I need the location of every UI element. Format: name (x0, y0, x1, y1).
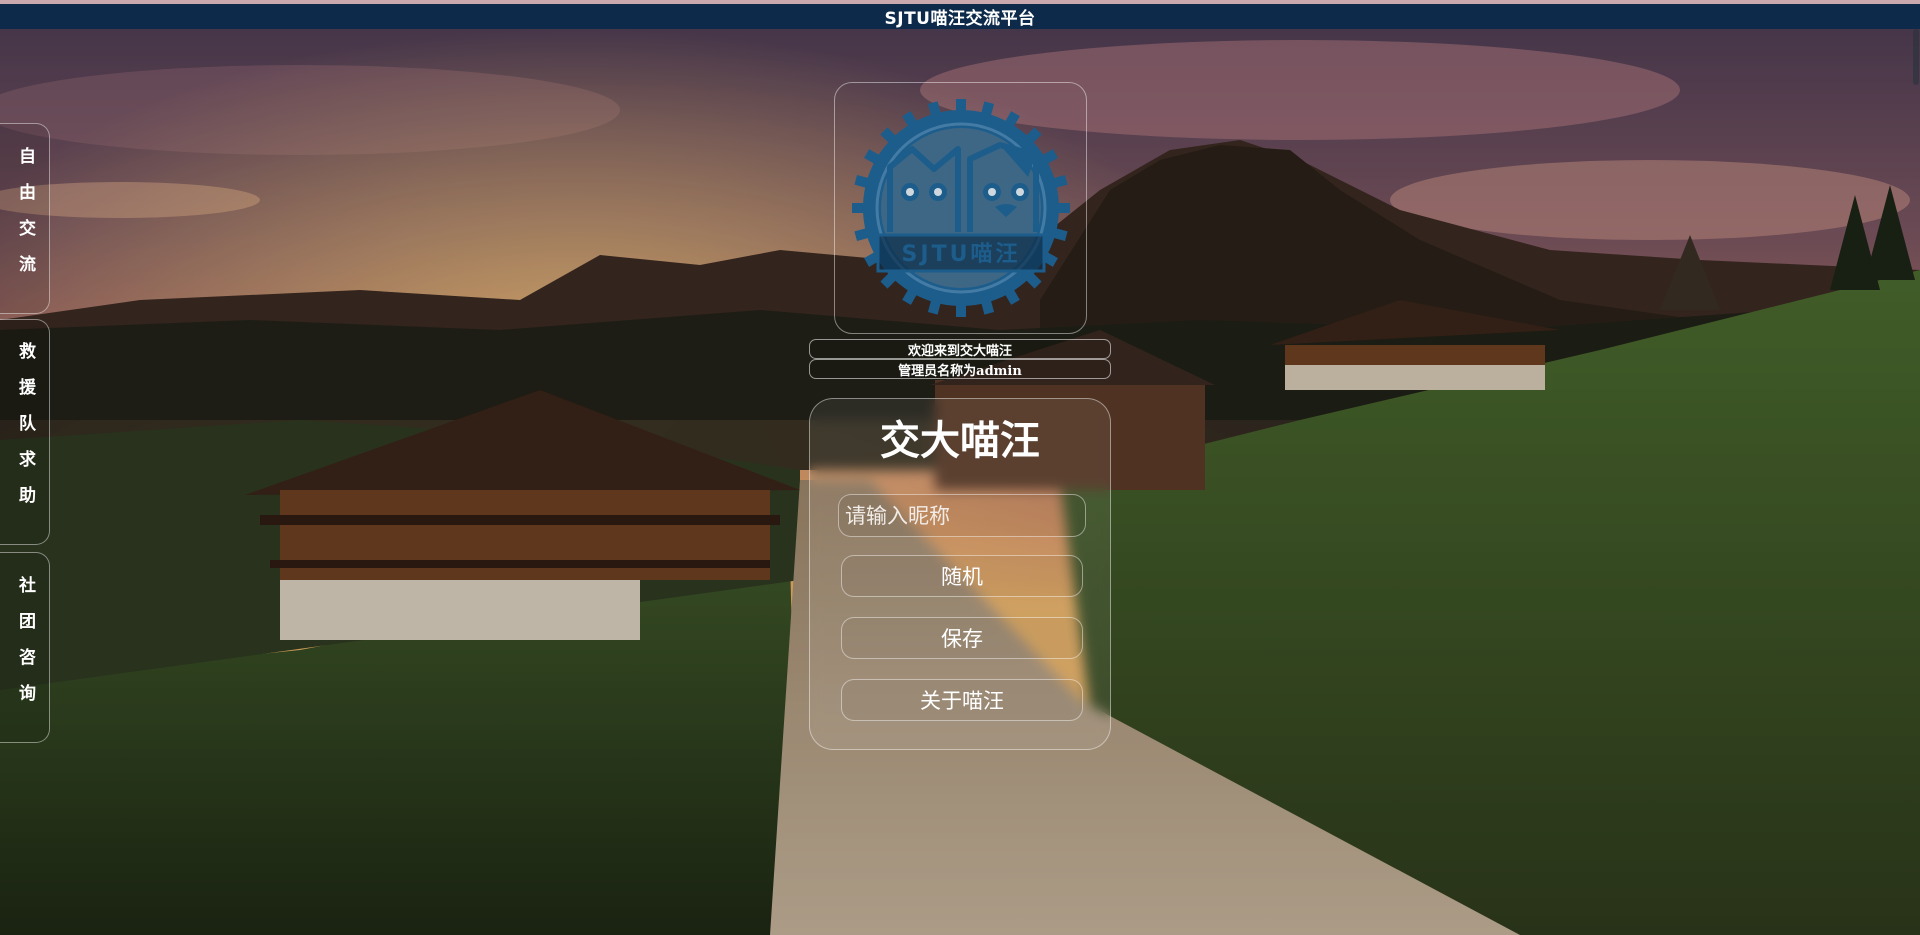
nickname-input[interactable] (838, 494, 1086, 537)
random-button[interactable]: 随机 (841, 555, 1083, 597)
sidebar-item-label: 自由交流 (15, 146, 35, 291)
site-title: SJTU喵汪交流平台 (884, 9, 1036, 29)
sjtu-cat-dog-logo: SJTU喵汪 (851, 99, 1070, 317)
sidebar-item-label: 救援队求助 (15, 342, 35, 522)
vertical-scrollbar[interactable] (1911, 29, 1920, 935)
logo-card: SJTU喵汪 (834, 82, 1087, 334)
panel-title: 交大喵汪 (880, 418, 1040, 464)
admin-name-line: 管理员名称为admin (809, 359, 1111, 379)
about-button[interactable]: 关于喵汪 (841, 679, 1083, 721)
sidebar-item-rescue-help[interactable]: 救援队求助 (0, 319, 50, 545)
sidebar-item-free-chat[interactable]: 自由交流 (0, 123, 50, 314)
scrollbar-thumb[interactable] (1913, 29, 1919, 85)
save-button[interactable]: 保存 (841, 617, 1083, 659)
welcome-line: 欢迎来到交大喵汪 (809, 339, 1111, 359)
sidebar-item-label: 社团咨询 (15, 575, 35, 720)
nickname-panel: 交大喵汪 随机 保存 关于喵汪 (809, 398, 1111, 750)
page: SJTU喵汪交流平台 自由交流 救援队求助 社团咨询 SJTU喵汪 欢迎来到交大… (0, 0, 1920, 935)
header-bar: SJTU喵汪交流平台 (0, 0, 1920, 29)
sidebar-item-club-consult[interactable]: 社团咨询 (0, 552, 50, 743)
logo-text: SJTU喵汪 (901, 242, 1020, 267)
